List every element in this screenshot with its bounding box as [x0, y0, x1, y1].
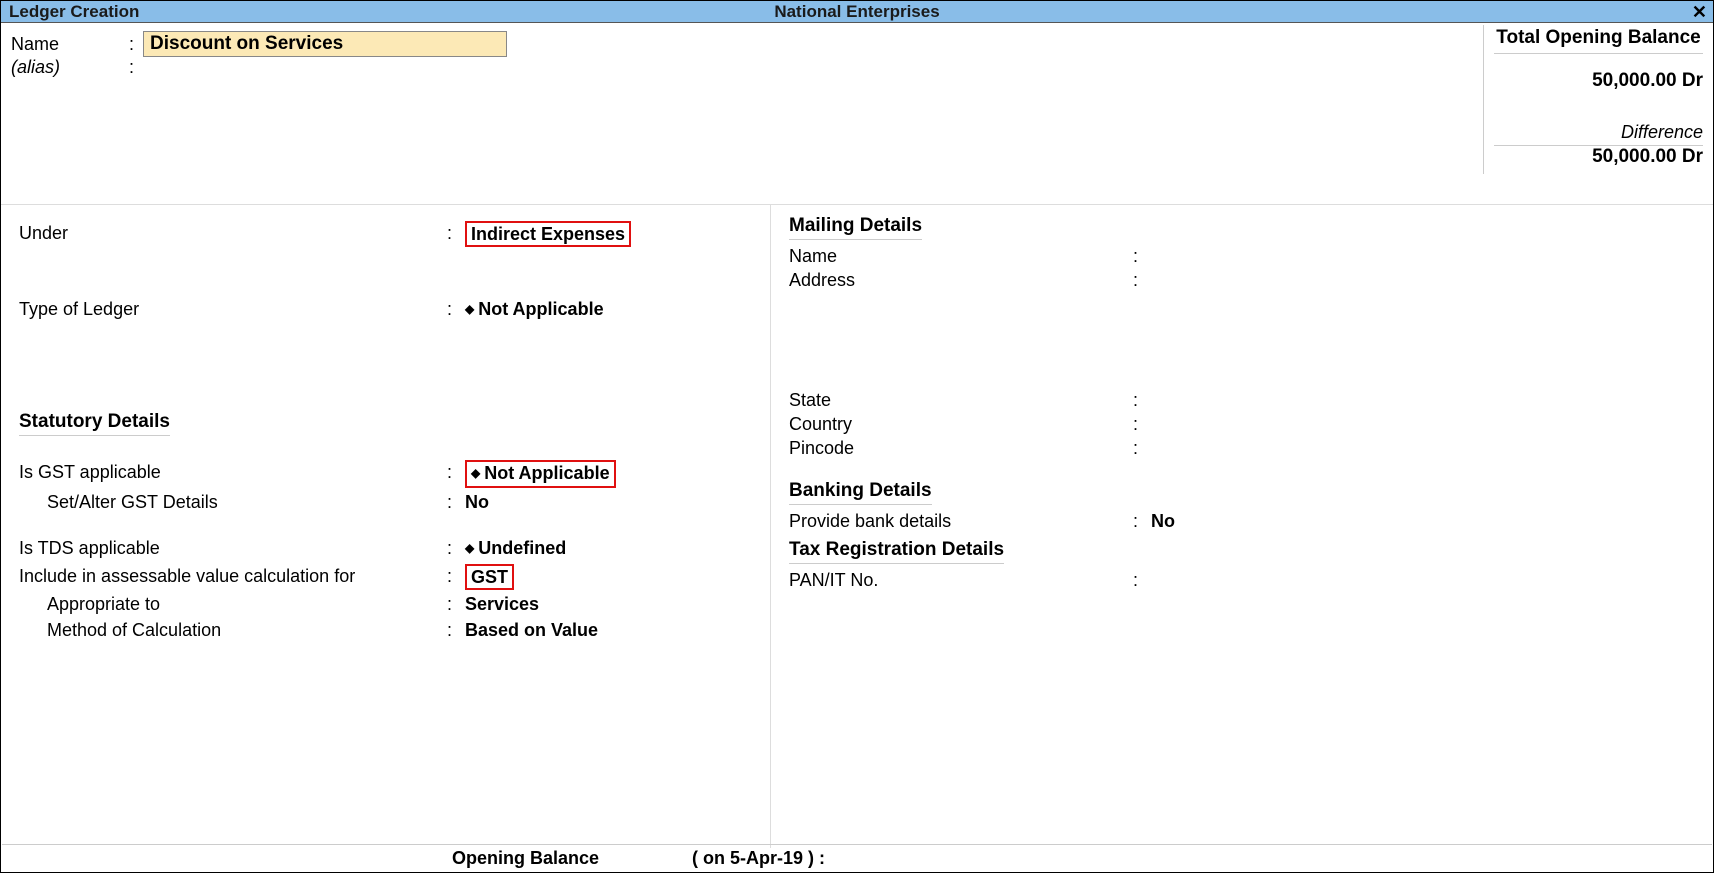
bank-details-label: Provide bank details — [789, 509, 1133, 533]
close-icon[interactable]: ✕ — [1692, 3, 1707, 21]
content-area: Name : Discount on Services (alias) : To… — [1, 23, 1713, 872]
include-assessable-value[interactable]: GST — [465, 564, 514, 590]
type-of-ledger-label: Type of Ledger — [19, 297, 447, 321]
tds-applicable-label: Is TDS applicable — [19, 536, 447, 560]
name-label: Name — [11, 34, 129, 55]
opening-balance-footer-label: Opening Balance — [452, 848, 599, 869]
state-label: State — [789, 388, 1133, 412]
titlebar: National Enterprises Ledger Creation ✕ — [1, 1, 1713, 23]
statutory-details-header: Statutory Details — [19, 411, 170, 436]
type-of-ledger-value[interactable]: Not Applicable — [465, 297, 604, 323]
opening-balance-amount: 50,000.00 Dr — [1494, 70, 1703, 92]
pincode-label: Pincode — [789, 436, 1133, 460]
colon: : — [129, 34, 143, 55]
method-calc-label: Method of Calculation — [19, 618, 447, 642]
footer-bar: Opening Balance ( on 5-Apr-19 ) : — [2, 844, 1712, 872]
body-columns: Under : Indirect Expenses Type of Ledger… — [1, 205, 1713, 848]
pan-label: PAN/IT No. — [789, 568, 1133, 592]
under-label: Under — [19, 221, 447, 245]
gst-applicable-label: Is GST applicable — [19, 460, 447, 484]
country-label: Country — [789, 412, 1133, 436]
tds-applicable-value[interactable]: Undefined — [465, 536, 566, 562]
bank-details-value[interactable]: No — [1151, 509, 1175, 533]
colon: : — [129, 57, 143, 78]
titlebar-company: National Enterprises — [1, 2, 1713, 22]
under-value[interactable]: Indirect Expenses — [465, 221, 631, 247]
left-column: Under : Indirect Expenses Type of Ledger… — [1, 205, 771, 848]
opening-balance-header: Total Opening Balance — [1494, 27, 1703, 54]
gst-applicable-value[interactable]: Not Applicable — [465, 460, 616, 488]
name-section: Name : Discount on Services (alias) : — [1, 29, 1713, 80]
difference-label: Difference — [1494, 122, 1703, 146]
tax-reg-header: Tax Registration Details — [789, 539, 1004, 564]
name-input[interactable]: Discount on Services — [143, 31, 507, 57]
alias-label: (alias) — [11, 57, 129, 78]
gst-alter-label: Set/Alter GST Details — [19, 490, 447, 514]
opening-balance-panel: Total Opening Balance 50,000.00 Dr Diffe… — [1483, 25, 1713, 174]
banking-details-header: Banking Details — [789, 480, 932, 505]
ledger-creation-window: National Enterprises Ledger Creation ✕ N… — [0, 0, 1714, 873]
appropriate-to-label: Appropriate to — [19, 592, 447, 616]
gst-alter-value[interactable]: No — [465, 490, 489, 514]
mail-address-label: Address — [789, 268, 1133, 292]
mailing-details-header: Mailing Details — [789, 215, 922, 240]
include-assessable-label: Include in assessable value calculation … — [19, 564, 447, 588]
appropriate-to-value[interactable]: Services — [465, 592, 539, 616]
difference-amount: 50,000.00 Dr — [1494, 146, 1703, 168]
right-column: Mailing Details Name : Address : State : — [771, 205, 1713, 848]
mail-name-label: Name — [789, 244, 1133, 268]
opening-balance-footer-date: ( on 5-Apr-19 ) : — [692, 848, 825, 869]
method-calc-value[interactable]: Based on Value — [465, 618, 598, 642]
